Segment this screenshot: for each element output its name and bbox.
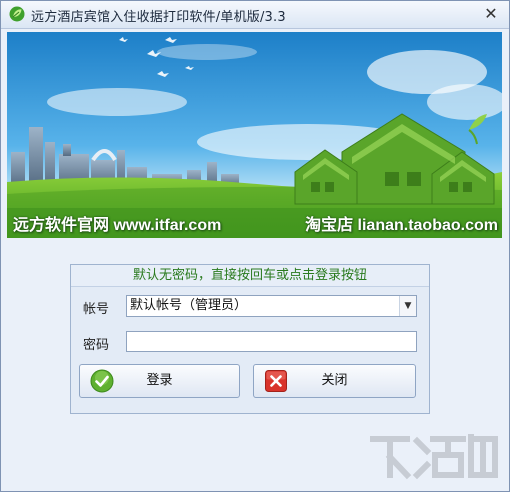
account-select[interactable]: 默认帐号（管理员） ▼ (126, 295, 417, 317)
login-button-label: 登录 (146, 373, 173, 388)
login-hint: 默认无密码，直接按回车或点击登录按钮 (71, 265, 429, 287)
login-window: 远方酒店宾馆入住收据打印软件/单机版/3.3 ✕ 远方软件官网 www.itfa… (0, 0, 510, 492)
chevron-down-icon[interactable]: ▼ (399, 296, 416, 316)
banner-image: 远方软件官网 www.itfar.com 淘宝店 lianan.taobao.c… (7, 32, 502, 238)
taobao-link[interactable]: 淘宝店 lianan.taobao.com (305, 211, 498, 235)
login-button[interactable]: 登录 (79, 364, 240, 398)
close-button[interactable]: 关闭 (253, 364, 416, 398)
password-label: 密码 (83, 338, 110, 353)
banner-caption: 远方软件官网 www.itfar.com 淘宝店 lianan.taobao.c… (7, 208, 502, 238)
title-bar: 远方酒店宾馆入住收据打印软件/单机版/3.3 ✕ (1, 1, 509, 29)
password-field[interactable] (126, 331, 417, 352)
account-label: 帐号 (83, 302, 110, 317)
account-select-value: 默认帐号（管理员） (130, 298, 248, 313)
window-title: 远方酒店宾馆入住收据打印软件/单机版/3.3 (31, 10, 286, 25)
watermark-logo (370, 434, 498, 480)
website-link[interactable]: 远方软件官网 www.itfar.com (13, 211, 221, 235)
close-button-label: 关闭 (321, 373, 348, 388)
login-group: 默认无密码，直接按回车或点击登录按钮 帐号 默认帐号（管理员） ▼ 密码 登录 … (70, 264, 430, 414)
window-close-button[interactable]: ✕ (481, 5, 501, 23)
leaf-icon (9, 6, 25, 22)
